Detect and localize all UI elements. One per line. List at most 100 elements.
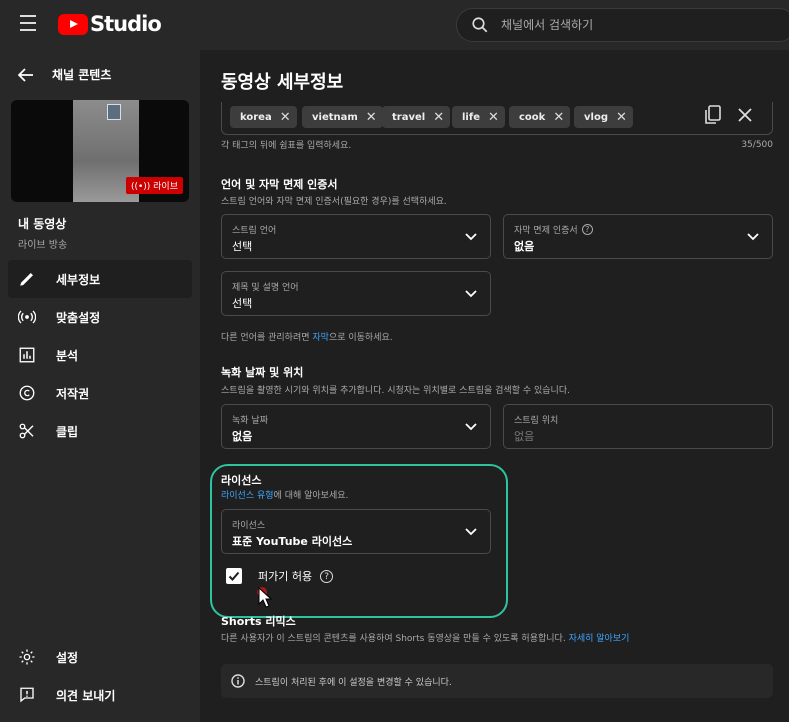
scissors-icon [19, 423, 34, 439]
dropdown-label: 제목 및 설명 언어 [232, 283, 299, 293]
search-input[interactable] [501, 18, 761, 32]
tag-chip[interactable]: cook ✕ [509, 106, 571, 128]
tag-label: cook [519, 111, 546, 123]
remove-tag-icon[interactable]: ✕ [488, 110, 499, 125]
chevron-down-icon [465, 233, 477, 241]
tag-label: travel [392, 111, 426, 123]
title-language-dropdown[interactable]: 제목 및 설명 언어 선택 [221, 271, 491, 316]
tags-input[interactable]: korea ✕ vietnam ✕ travel ✕ life ✕ cook ✕ vlog… [221, 102, 773, 135]
sidebar-item-feedback[interactable]: 의견 보내기 [0, 676, 200, 714]
manage-text-after: 으로 이동하세요. [328, 333, 393, 343]
tag-chip[interactable]: vlog ✕ [574, 106, 633, 128]
mouse-cursor-icon [257, 586, 273, 608]
sidebar-nav: 세부정보 맞춤설정 분석 저작권 클립 [0, 260, 200, 450]
caption-cert-label: 자막 면제 인증서 [514, 226, 578, 236]
pencil-icon [20, 273, 33, 286]
info-notice: 스트림이 처리된 후에 이 설정을 변경할 수 있습니다. [221, 664, 773, 698]
sidebar-item-label: 맞춤설정 [56, 310, 101, 325]
tag-count: 35/500 [741, 140, 773, 150]
back-to-channel-content[interactable]: 채널 콘텐츠 [18, 66, 111, 83]
remove-tag-icon[interactable]: ✕ [553, 110, 564, 125]
info-icon [231, 674, 245, 688]
shorts-section-title: Shorts 리믹스 [221, 615, 296, 628]
chevron-down-icon [465, 290, 477, 298]
dropdown-label: 라이선스 [232, 521, 266, 531]
allow-embedding-checkbox[interactable] [226, 568, 242, 584]
sidebar-item-label: 설정 [56, 650, 79, 665]
remove-tag-icon[interactable]: ✕ [280, 110, 291, 125]
tag-chip[interactable]: travel ✕ [382, 106, 451, 128]
chevron-down-icon [747, 233, 759, 241]
sidebar-item-label: 분석 [56, 348, 79, 363]
back-arrow-icon [18, 67, 33, 82]
tag-chip[interactable]: korea ✕ [230, 106, 297, 128]
remove-tag-icon[interactable]: ✕ [433, 110, 444, 125]
analytics-icon [19, 347, 35, 363]
logo-text: Studio [90, 12, 162, 36]
dropdown-label: 스트림 언어 [232, 226, 277, 236]
recording-section-desc: 스트림을 촬영한 시기와 위치를 추가합니다. 시청자는 위치별로 스트림을 검… [221, 386, 570, 396]
sidebar-item-copyright[interactable]: 저작권 [0, 374, 200, 412]
dropdown-value: 없음 [514, 240, 535, 253]
sidebar-item-details[interactable]: 세부정보 [8, 260, 192, 298]
notice-text: 스트림이 처리된 후에 이 설정을 변경할 수 있습니다. [255, 677, 452, 688]
caption-cert-dropdown[interactable]: 자막 면제 인증서? 없음 [503, 214, 773, 259]
sidebar-item-customization[interactable]: 맞춤설정 [0, 298, 200, 336]
subtitles-link[interactable]: 자막 [312, 333, 329, 343]
field-placeholder: 없음 [514, 430, 535, 443]
allow-embedding-row: 퍼가기 허용? [226, 568, 334, 584]
gear-icon [19, 649, 35, 665]
live-badge: ((•)) 라이브 [125, 177, 183, 194]
remove-tag-icon[interactable]: ✕ [616, 110, 627, 125]
stream-language-dropdown[interactable]: 스트림 언어 선택 [221, 214, 491, 259]
shorts-desc-text: 다른 사용자가 이 스트림의 콘텐츠를 사용하여 Shorts 동영상을 만들 … [221, 634, 569, 644]
video-thumbnail[interactable]: ((•)) 라이브 [11, 100, 189, 202]
license-desc-after: 에 대해 알아보세요. [273, 491, 349, 501]
top-bar: Studio [0, 0, 789, 50]
copy-icon[interactable] [704, 105, 722, 125]
help-icon[interactable]: ? [581, 224, 593, 235]
search-icon [472, 17, 488, 33]
remove-tag-icon[interactable]: ✕ [366, 110, 377, 125]
sidebar-item-label: 세부정보 [56, 272, 101, 287]
sidebar-item-settings[interactable]: 설정 [0, 638, 200, 676]
chevron-down-icon [465, 423, 477, 431]
stream-location-field[interactable]: 스트림 위치 없음 [503, 404, 773, 449]
broadcast-icon [18, 310, 36, 324]
help-icon[interactable]: ? [320, 569, 334, 583]
sidebar-item-clips[interactable]: 클립 [0, 412, 200, 450]
dropdown-label: 녹화 날짜 [232, 416, 268, 426]
tag-label: vietnam [312, 111, 358, 123]
menu-icon[interactable] [20, 15, 40, 33]
sidebar: 채널 콘텐츠 ((•)) 라이브 내 동영상 라이브 방송 세부정보 맞춤설정 … [0, 50, 200, 722]
sidebar-item-label: 저작권 [56, 386, 90, 401]
license-dropdown[interactable]: 라이선스 표준 YouTube 라이선스 [221, 509, 491, 554]
sidebar-item-analytics[interactable]: 분석 [0, 336, 200, 374]
dropdown-label: 자막 면제 인증서? [514, 223, 593, 236]
language-section-title: 언어 및 자막 면제 인증서 [221, 178, 338, 191]
dropdown-value: 선택 [232, 297, 253, 310]
sidebar-item-label: 의견 보내기 [56, 688, 116, 703]
field-label: 스트림 위치 [514, 416, 559, 426]
feedback-icon [20, 687, 34, 703]
language-section-desc: 스트림 언어와 자막 면제 인증서(필요한 경우)를 선택하세요. [221, 197, 447, 207]
tag-chip[interactable]: vietnam ✕ [302, 106, 383, 128]
video-info: 내 동영상 라이브 방송 [18, 215, 67, 251]
license-section-title: 라이선스 [221, 474, 262, 487]
checkmark-icon [228, 571, 240, 581]
license-type-link[interactable]: 라이선스 유형 [221, 491, 274, 501]
video-subtitle: 라이브 방송 [18, 240, 68, 251]
recording-date-dropdown[interactable]: 녹화 날짜 없음 [221, 404, 491, 449]
clear-tags-icon[interactable] [736, 105, 754, 125]
page-title: 동영상 세부정보 [221, 72, 344, 93]
studio-logo[interactable]: Studio [58, 12, 162, 36]
learn-more-link[interactable]: 자세히 알아보기 [569, 634, 630, 644]
manage-text-before: 다른 언어를 관리하려면 [221, 333, 313, 343]
tag-hint: 각 태그의 뒤에 쉼표를 입력하세요. [221, 141, 352, 151]
tag-label: vlog [584, 111, 608, 123]
license-section-desc: 라이선스 유형에 대해 알아보세요. [221, 488, 348, 501]
youtube-logo-icon [58, 13, 88, 35]
tag-label: life [462, 111, 480, 123]
search-bar[interactable] [456, 8, 789, 42]
tag-chip[interactable]: life ✕ [452, 106, 505, 128]
